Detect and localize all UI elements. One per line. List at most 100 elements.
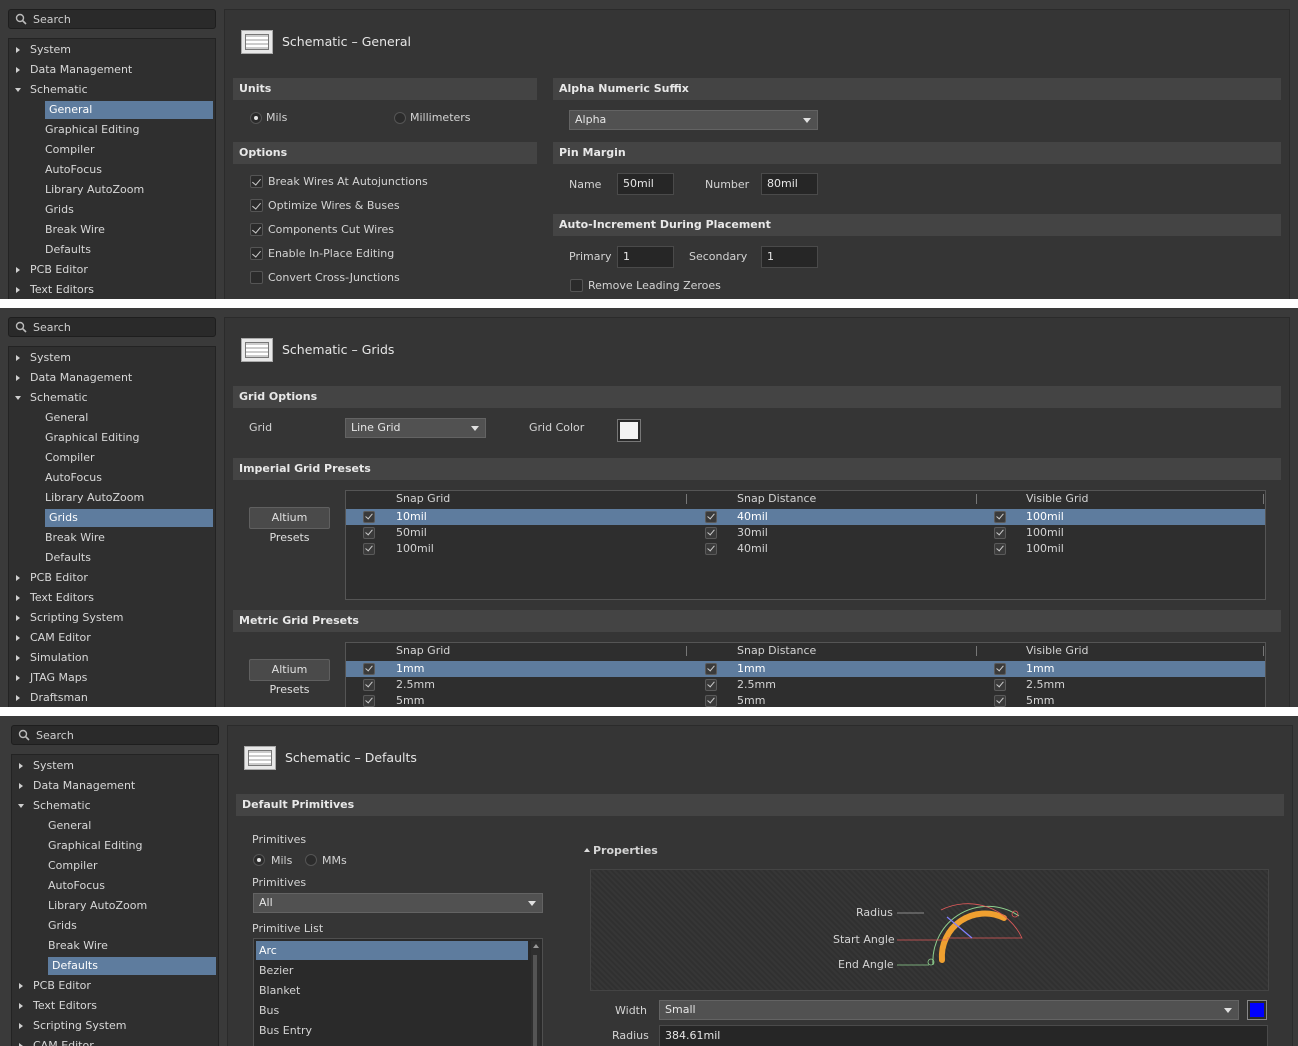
search-box[interactable]: Search [8,317,216,337]
column-separator[interactable] [1263,646,1264,656]
expand-arrow-right-icon[interactable] [16,615,20,621]
expand-arrow-right-icon[interactable] [19,1003,23,1009]
expand-arrow-right-icon[interactable] [16,575,20,581]
column-header-1[interactable]: Snap Distance [737,644,816,657]
imperial-altium-presets-button[interactable]: Altium Presets [249,507,330,544]
nav-item-system[interactable]: System [30,349,71,367]
mms-radio[interactable] [305,854,317,866]
expand-arrow-right-icon[interactable] [16,67,20,73]
expand-arrow-right-icon[interactable] [16,355,20,361]
table-row[interactable]: 2.5mm 2.5mm 2.5mm [346,677,1265,693]
option-checkbox-0[interactable] [250,175,263,188]
nav-item-library-autozoom[interactable]: Library AutoZoom [48,897,147,915]
column-header-0[interactable]: Snap Grid [396,644,450,657]
properties-collapse-icon[interactable] [584,848,590,852]
nav-item-simulation[interactable]: Simulation [30,649,89,667]
column-header-1[interactable]: Snap Distance [737,492,816,505]
row-checkbox[interactable] [705,511,717,523]
expand-arrow-right-icon[interactable] [19,763,23,769]
expand-arrow-down-icon[interactable] [18,804,24,808]
expand-arrow-right-icon[interactable] [19,1023,23,1029]
grid-type-dropdown[interactable]: Line Grid [345,418,486,438]
nav-item-data-management[interactable]: Data Management [33,777,135,795]
expand-arrow-right-icon[interactable] [16,267,20,273]
nav-item-autofocus[interactable]: AutoFocus [45,469,102,487]
column-separator[interactable] [1263,494,1264,504]
remove-leading-zeroes-checkbox[interactable] [570,279,583,292]
pin-name-input[interactable]: 50mil [617,173,674,195]
scrollbar-up-icon[interactable] [533,944,539,948]
option-checkbox-4[interactable] [250,271,263,284]
nav-item-library-autozoom[interactable]: Library AutoZoom [45,181,144,199]
row-checkbox[interactable] [705,695,717,707]
scrollbar-thumb[interactable] [533,955,537,1046]
primary-input[interactable]: 1 [617,246,674,268]
nav-item-text-editors[interactable]: Text Editors [30,281,94,299]
row-checkbox[interactable] [705,543,717,555]
mils-radio[interactable] [253,854,265,866]
nav-item-draftsman[interactable]: Draftsman [30,689,88,707]
row-checkbox[interactable] [363,511,375,523]
nav-item-pcb-editor[interactable]: PCB Editor [30,261,88,279]
search-box[interactable]: Search [8,9,216,29]
list-item[interactable]: Bus [256,1001,528,1020]
row-checkbox[interactable] [994,527,1006,539]
row-checkbox[interactable] [994,543,1006,555]
nav-item-grids[interactable]: Grids [45,509,213,527]
nav-item-general[interactable]: General [45,409,88,427]
metric-altium-presets-button[interactable]: Altium Presets [249,659,330,696]
column-header-2[interactable]: Visible Grid [1026,492,1089,505]
nav-item-compiler[interactable]: Compiler [48,857,98,875]
radius-input[interactable]: 384.61mil [659,1025,1268,1046]
expand-arrow-right-icon[interactable] [19,783,23,789]
nav-item-scripting-system[interactable]: Scripting System [30,609,123,627]
primitives-filter-dropdown[interactable]: All [253,893,543,913]
width-color-swatch[interactable] [1247,1000,1267,1020]
row-checkbox[interactable] [363,527,375,539]
nav-item-defaults[interactable]: Defaults [45,549,91,567]
table-row[interactable]: 50mil 30mil 100mil [346,525,1265,541]
nav-item-library-autozoom[interactable]: Library AutoZoom [45,489,144,507]
column-header-0[interactable]: Snap Grid [396,492,450,505]
nav-item-data-management[interactable]: Data Management [30,369,132,387]
expand-arrow-right-icon[interactable] [16,375,20,381]
expand-arrow-right-icon[interactable] [16,595,20,601]
row-checkbox[interactable] [363,663,375,675]
expand-arrow-down-icon[interactable] [15,88,21,92]
nav-item-autofocus[interactable]: AutoFocus [48,877,105,895]
column-separator[interactable] [976,646,977,656]
row-checkbox[interactable] [705,679,717,691]
nav-item-break-wire[interactable]: Break Wire [48,937,108,955]
row-checkbox[interactable] [363,695,375,707]
list-item[interactable]: Bezier [256,961,528,980]
grid-color-swatch[interactable] [617,419,641,442]
column-separator[interactable] [686,494,687,504]
nav-item-defaults[interactable]: Defaults [45,241,91,259]
nav-item-grids[interactable]: Grids [48,917,77,935]
column-header-2[interactable]: Visible Grid [1026,644,1089,657]
width-dropdown[interactable]: Small [659,1000,1239,1020]
nav-item-pcb-editor[interactable]: PCB Editor [30,569,88,587]
nav-item-graphical-editing[interactable]: Graphical Editing [45,429,139,447]
option-checkbox-3[interactable] [250,247,263,260]
properties-header[interactable]: Properties [593,844,658,857]
expand-arrow-right-icon[interactable] [19,983,23,989]
table-row[interactable]: 5mm 5mm 5mm [346,693,1265,707]
list-scrollbar[interactable] [531,941,540,1046]
nav-item-pcb-editor[interactable]: PCB Editor [33,977,91,995]
table-row[interactable]: 1mm 1mm 1mm [346,661,1265,677]
nav-item-grids[interactable]: Grids [45,201,74,219]
millimeters-radio[interactable] [394,112,406,124]
nav-item-text-editors[interactable]: Text Editors [30,589,94,607]
nav-item-jtag-maps[interactable]: JTAG Maps [30,669,87,687]
nav-item-break-wire[interactable]: Break Wire [45,529,105,547]
nav-item-cam-editor[interactable]: CAM Editor [30,629,91,647]
column-separator[interactable] [686,646,687,656]
option-checkbox-2[interactable] [250,223,263,236]
table-row[interactable]: 10mil 40mil 100mil [346,509,1265,525]
nav-item-graphical-editing[interactable]: Graphical Editing [48,837,142,855]
nav-item-general[interactable]: General [45,101,213,119]
option-checkbox-1[interactable] [250,199,263,212]
nav-item-compiler[interactable]: Compiler [45,449,95,467]
nav-item-graphical-editing[interactable]: Graphical Editing [45,121,139,139]
